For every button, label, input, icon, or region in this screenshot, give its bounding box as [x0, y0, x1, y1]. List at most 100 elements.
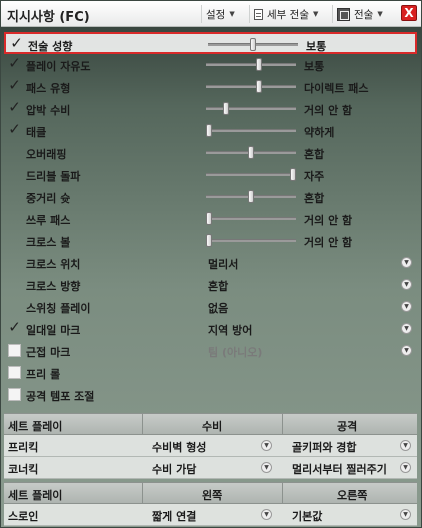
dropdown-arrow-icon[interactable]: ▼ — [401, 345, 412, 356]
slider-value: 자주 — [304, 170, 325, 183]
instruction-label: 쓰루 패스 — [26, 214, 71, 227]
window-header: 지시사항 (FC) 설정 ▼ 세부 전술 ▼ 전술 ▼ X — [1, 1, 421, 27]
instruction-row[interactable]: 쓰루 패스 거의 안 함 — [4, 208, 417, 230]
slider-knob[interactable] — [290, 168, 296, 181]
dropdown-value[interactable]: 없음 — [208, 300, 228, 316]
slider-knob[interactable] — [248, 146, 254, 159]
level-slider[interactable] — [206, 234, 296, 247]
tactics-menu-button[interactable]: 전술 ▼ — [332, 5, 387, 23]
checkbox[interactable]: ✓ — [8, 56, 21, 71]
instruction-row[interactable]: 프리 롤 — [4, 362, 417, 384]
setplay-name: 코너킥 — [8, 463, 39, 476]
instruction-row[interactable]: 근접 마크 팀 (아니오) ▼ — [4, 340, 417, 362]
slider-knob[interactable] — [250, 38, 256, 51]
defense-header-label: 수비 — [202, 420, 223, 433]
right-value[interactable]: 기본값 — [292, 508, 322, 524]
instruction-row[interactable]: 오버래핑 혼합 — [4, 142, 417, 164]
dropdown-arrow-icon[interactable]: ▼ — [400, 440, 411, 451]
instruction-label: 스위칭 플레이 — [26, 302, 91, 315]
dropdown-arrow-icon[interactable]: ▼ — [400, 509, 411, 520]
instruction-label: 중거리 슛 — [26, 192, 71, 205]
dropdown-value[interactable]: 혼합 — [208, 278, 228, 294]
settings-menu-button[interactable]: 설정 ▼ — [201, 5, 239, 23]
level-slider[interactable] — [206, 190, 296, 203]
instruction-label: 전술 성향 — [28, 40, 73, 53]
dropdown-arrow-icon[interactable]: ▼ — [401, 301, 412, 312]
instruction-row[interactable]: 스위칭 플레이 없음 ▼ — [4, 296, 417, 318]
dropdown-arrow-icon[interactable]: ▼ — [401, 257, 412, 268]
checkbox[interactable]: ✓ — [8, 100, 21, 115]
level-slider[interactable] — [208, 38, 298, 51]
checkbox[interactable] — [8, 344, 21, 357]
level-slider[interactable] — [206, 124, 296, 137]
slider-value: 혼합 — [304, 192, 325, 205]
instructions-window: 지시사항 (FC) 설정 ▼ 세부 전술 ▼ 전술 ▼ X ✓ 전술 성향 보통 ✓ 플… — [0, 0, 422, 528]
instruction-row[interactable]: 크로스 방향 혼합 ▼ — [4, 274, 417, 296]
level-slider[interactable] — [206, 146, 296, 159]
level-slider[interactable] — [206, 80, 296, 93]
defense-value[interactable]: 수비벽 형성 — [152, 439, 206, 455]
attack-value[interactable]: 골키퍼와 경합 — [292, 439, 357, 455]
right-header-label: 오른쪽 — [337, 489, 368, 502]
instruction-row[interactable]: ✓ 패스 유형 다이렉트 패스 — [4, 76, 417, 98]
window-title: 지시사항 (FC) — [7, 10, 90, 25]
level-slider[interactable] — [206, 212, 296, 225]
setplay-name: 프리킥 — [8, 441, 39, 454]
dropdown-arrow-icon[interactable]: ▼ — [261, 462, 272, 473]
close-button[interactable]: X — [401, 5, 417, 21]
slider-knob[interactable] — [256, 58, 262, 71]
setplay-table-2: 세트 플레이 왼쪽 오른쪽 스로인 짧게 연결 ▼ 기본값 ▼ — [4, 482, 417, 526]
instruction-label: 압박 수비 — [26, 104, 71, 117]
level-slider[interactable] — [206, 102, 296, 115]
attack-value[interactable]: 멀리서부터 찔러주기 — [292, 461, 387, 477]
slider-value: 보통 — [304, 60, 325, 73]
instruction-row[interactable]: ✓ 일대일 마크 지역 방어 ▼ — [4, 318, 417, 340]
instruction-label: 크로스 볼 — [26, 236, 71, 249]
dropdown-value[interactable]: 팀 (아니오) — [208, 344, 262, 360]
settings-label: 설정 — [206, 8, 226, 21]
instruction-row[interactable]: 크로스 위치 멀리서 ▼ — [4, 252, 417, 274]
checkbox[interactable] — [8, 388, 21, 401]
instruction-label: 태클 — [26, 126, 47, 139]
slider-knob[interactable] — [206, 234, 212, 247]
detail-tactics-button[interactable]: 세부 전술 ▼ — [249, 5, 322, 23]
setplay-header: 세트 플레이 수비 공격 — [4, 413, 417, 435]
instruction-row[interactable]: ✓ 압박 수비 거의 안 함 — [4, 98, 417, 120]
left-value[interactable]: 짧게 연결 — [152, 508, 196, 524]
instruction-row[interactable]: 크로스 볼 거의 안 함 — [4, 230, 417, 252]
slider-knob[interactable] — [206, 212, 212, 225]
dropdown-value[interactable]: 지역 방어 — [208, 322, 252, 338]
instruction-row[interactable]: ✓ 플레이 자유도 보통 — [4, 54, 417, 76]
table-row: 코너킥 수비 가담 ▼ 멀리서부터 찔러주기 ▼ — [4, 457, 417, 479]
slider-knob[interactable] — [206, 124, 212, 137]
checkbox[interactable] — [8, 366, 21, 379]
instruction-row[interactable]: 드리블 돌파 자주 — [4, 164, 417, 186]
instruction-label: 플레이 자유도 — [26, 60, 91, 73]
checkbox[interactable]: ✓ — [10, 36, 23, 51]
dropdown-arrow-icon[interactable]: ▼ — [400, 462, 411, 473]
slider-value: 거의 안 함 — [304, 236, 353, 249]
instruction-row[interactable]: 공격 템포 조절 — [4, 384, 417, 406]
dropdown-arrow-icon[interactable]: ▼ — [401, 323, 412, 334]
dropdown-arrow-icon[interactable]: ▼ — [401, 279, 412, 290]
dropdown-arrow-icon[interactable]: ▼ — [261, 509, 272, 520]
slider-knob[interactable] — [248, 190, 254, 203]
attack-header-label: 공격 — [337, 420, 358, 433]
slider-value: 거의 안 함 — [304, 104, 353, 117]
checkbox[interactable]: ✓ — [8, 122, 21, 137]
checkbox[interactable]: ✓ — [8, 78, 21, 93]
defense-value[interactable]: 수비 가담 — [152, 461, 196, 477]
table-row: 스로인 짧게 연결 ▼ 기본값 ▼ — [4, 504, 417, 526]
instruction-row[interactable]: ✓ 전술 성향 보통 — [4, 32, 417, 54]
slider-knob[interactable] — [223, 102, 229, 115]
checkbox[interactable]: ✓ — [8, 320, 21, 335]
instruction-row[interactable]: ✓ 태클 약하게 — [4, 120, 417, 142]
level-slider[interactable] — [206, 168, 296, 181]
level-slider[interactable] — [206, 58, 296, 71]
slider-knob[interactable] — [256, 80, 262, 93]
dropdown-value[interactable]: 멀리서 — [208, 256, 238, 272]
dropdown-arrow-icon[interactable]: ▼ — [261, 440, 272, 451]
instruction-row[interactable]: 중거리 슛 혼합 — [4, 186, 417, 208]
instruction-label: 크로스 위치 — [26, 258, 81, 271]
instruction-label: 패스 유형 — [26, 82, 71, 95]
